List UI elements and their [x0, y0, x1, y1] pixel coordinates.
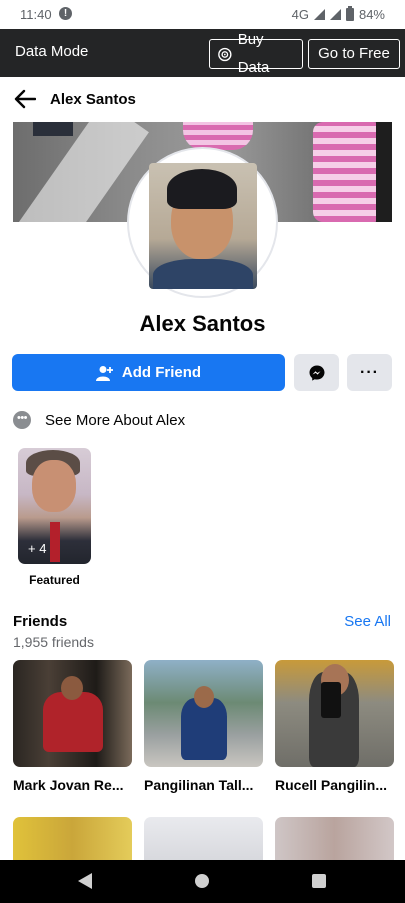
friend-name: Mark Jovan Re...	[13, 777, 124, 793]
friend-photo	[13, 660, 132, 767]
friend-photo-detail	[61, 676, 83, 700]
friend-card[interactable]: Mark Jovan Re...	[13, 660, 132, 793]
friend-card-partial[interactable]	[275, 817, 394, 860]
data-mode-label: Data Mode	[15, 43, 89, 60]
nav-back-icon[interactable]	[77, 872, 93, 890]
cover-detail	[183, 122, 253, 150]
avatar-detail	[167, 169, 237, 209]
more-options-button[interactable]: ···	[347, 354, 392, 391]
alert-icon: !	[59, 7, 72, 20]
friend-name: Pangilinan Tall...	[144, 777, 254, 793]
more-icon: ···	[360, 364, 379, 381]
add-friend-icon	[95, 365, 113, 381]
battery-icon	[345, 6, 354, 21]
more-dots-icon: •••	[13, 411, 31, 429]
see-more-about[interactable]: ••• See More About Alex	[13, 408, 185, 432]
page-title: Alex Santos	[50, 91, 136, 108]
cover-detail	[313, 122, 383, 222]
nav-recents-icon[interactable]	[312, 874, 326, 888]
friend-card[interactable]: Rucell Pangilin...	[275, 660, 394, 793]
buy-data-label: Buy Data	[237, 31, 270, 76]
wifi-icon	[218, 47, 232, 61]
data-mode-bar: Data Mode Buy Data Go to Free	[0, 29, 405, 77]
profile-name: Alex Santos	[139, 311, 266, 336]
add-friend-label: Add Friend	[121, 364, 202, 381]
network-label: 4G	[291, 7, 309, 22]
profile-picture[interactable]	[127, 147, 278, 298]
friend-photo-detail	[43, 692, 103, 752]
friend-photo	[144, 660, 263, 767]
cover-detail	[33, 122, 73, 136]
friend-card[interactable]: Pangilinan Tall...	[144, 660, 263, 793]
friends-count: 1,955 friends	[13, 634, 94, 650]
nav-home-icon[interactable]	[195, 874, 209, 888]
go-to-free-button[interactable]: Go to Free	[308, 39, 400, 69]
buy-data-button[interactable]: Buy Data	[209, 31, 303, 76]
signal-icon	[313, 9, 325, 20]
profile-header: Alex Santos	[0, 77, 405, 122]
cover-detail	[376, 122, 392, 222]
featured-count: + 4	[28, 541, 47, 556]
featured-label: Featured	[29, 573, 80, 587]
friend-photo	[275, 660, 394, 767]
go-to-free-label: Go to Free	[318, 45, 390, 62]
clock: 11:40	[20, 7, 52, 22]
featured-detail	[32, 460, 76, 512]
back-arrow-icon[interactable]	[14, 89, 36, 109]
friend-card-partial[interactable]	[144, 817, 263, 860]
friend-photo-detail	[321, 682, 341, 718]
friend-photo-detail	[194, 686, 214, 708]
add-friend-button[interactable]: Add Friend	[12, 354, 285, 391]
friend-name: Rucell Pangilin...	[275, 777, 388, 793]
battery-level: 84%	[358, 7, 385, 22]
message-button[interactable]	[294, 354, 339, 391]
friend-card-partial[interactable]	[13, 817, 132, 860]
avatar	[149, 163, 257, 289]
avatar-detail	[153, 259, 253, 289]
friends-heading: Friends	[13, 613, 68, 630]
status-icons: 4G 84%	[291, 6, 385, 22]
featured-card[interactable]: + 4	[18, 448, 91, 564]
signal-icon-2	[329, 9, 341, 20]
messenger-icon	[309, 365, 324, 381]
status-bar: 11:40 ! 4G 84%	[0, 0, 405, 29]
see-more-label: See More About Alex	[45, 411, 186, 429]
see-all-friends-link[interactable]: See All	[344, 613, 391, 630]
system-nav-bar	[0, 860, 405, 903]
featured-detail	[50, 522, 60, 562]
